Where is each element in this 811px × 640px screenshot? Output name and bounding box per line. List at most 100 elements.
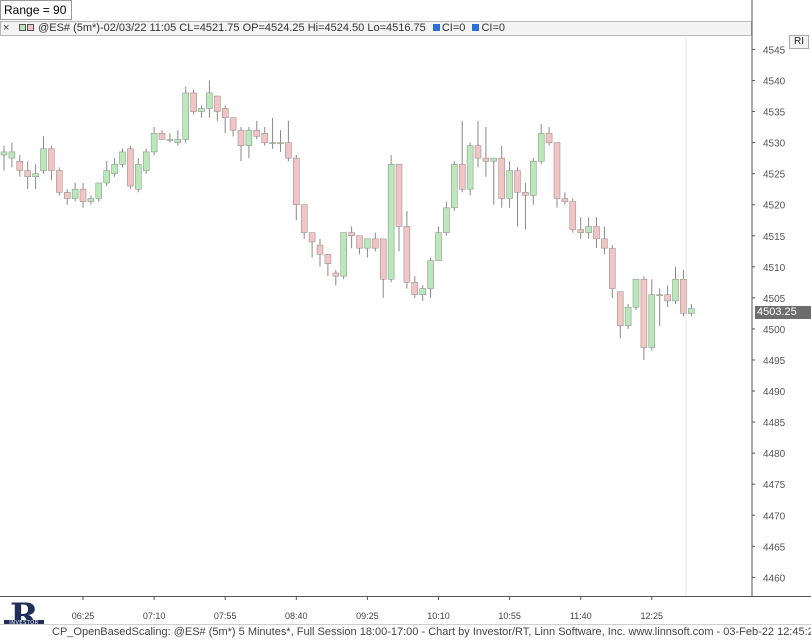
candle-body [427, 260, 434, 289]
candle-body [87, 198, 95, 202]
candle-body [545, 133, 553, 143]
candle-body [411, 282, 419, 296]
candle-body [435, 232, 442, 261]
candle-body [221, 108, 229, 118]
candle-body [356, 235, 363, 249]
ri-button[interactable]: RI [789, 35, 809, 49]
candle-body [135, 164, 142, 190]
candle-body [48, 148, 55, 171]
candle-body [40, 148, 47, 171]
y-tick-label: 4460 [763, 573, 786, 584]
candle-body [142, 151, 150, 171]
candle-body [688, 308, 695, 314]
x-tick-labels: 06:25 07:10 07:55 08:40 09:25 10:10 10:55 11:40… [72, 596, 663, 621]
candle-body [150, 133, 158, 153]
last-price-marker: 4503.25 [755, 306, 811, 319]
candle-body [103, 170, 110, 184]
x-tick-label: 09:25 [356, 611, 379, 621]
candle-body [119, 151, 126, 165]
y-tick-label: 4525 [763, 170, 786, 181]
candle-body [561, 198, 569, 202]
y-tick-label: 4515 [763, 232, 786, 243]
candle-body [166, 139, 174, 141]
candle-body [127, 148, 134, 187]
y-tick-label: 4520 [763, 201, 786, 212]
y-tick-label: 4505 [763, 294, 786, 305]
candle-body [237, 129, 245, 146]
candle-body [680, 278, 687, 314]
candle-body [174, 139, 182, 143]
candle-body [403, 226, 411, 283]
candle-body [364, 238, 371, 249]
candle-body [372, 238, 379, 249]
x-tick-label: 06:25 [72, 611, 95, 621]
candle-body [656, 294, 663, 297]
candle-body [0, 151, 8, 156]
candle-body [474, 145, 482, 159]
x-tick-label: 08:40 [285, 611, 308, 621]
candle-body [300, 204, 308, 233]
candle-body [63, 192, 71, 199]
candle-body [482, 157, 490, 162]
candle-body [293, 157, 300, 205]
candle-body [640, 278, 648, 348]
candle-body [609, 247, 616, 289]
candle-body [8, 151, 16, 159]
candle-body [324, 254, 332, 264]
y-tick-label: 4465 [763, 542, 786, 553]
candle-body [332, 272, 340, 277]
candle-body [664, 294, 671, 302]
candle-body [206, 92, 213, 109]
candle-body [348, 232, 355, 237]
candle-body [229, 117, 237, 131]
candle-body [466, 145, 474, 190]
candle-body [506, 170, 513, 199]
candle-body [111, 164, 118, 174]
candle-body [190, 92, 197, 112]
candle-body [443, 207, 450, 233]
candle-body [71, 188, 79, 199]
x-tick-label: 12:25 [641, 611, 664, 621]
candle-body [95, 182, 103, 199]
y-tick-label: 4495 [763, 356, 786, 367]
candle-body [79, 188, 87, 202]
candle-body [593, 226, 600, 240]
candle-body [269, 142, 276, 144]
candle-body [672, 278, 679, 302]
candle-body [214, 95, 221, 112]
y-tick-label: 4475 [763, 480, 786, 491]
candle-body [451, 164, 458, 209]
candle-body [379, 238, 387, 280]
candle-body [577, 229, 584, 233]
y-tick-label: 4540 [763, 76, 786, 87]
candle-body [648, 294, 656, 348]
y-tick-label: 4535 [763, 108, 786, 119]
y-tick-label: 4530 [763, 139, 786, 150]
candle-body [245, 129, 253, 146]
candle-body [316, 244, 324, 255]
y-tick-label: 4510 [763, 263, 786, 274]
y-tick-label: 4485 [763, 418, 786, 429]
y-tick-label: 4480 [763, 449, 786, 460]
candle-body [253, 129, 261, 137]
candles-group [0, 80, 695, 360]
y-tick-label: 4545 [763, 45, 786, 56]
candle-body [182, 92, 189, 140]
candle-body [624, 306, 632, 327]
candle-body [56, 170, 63, 193]
candlestick-chart[interactable]: 4460 4465 4470 4475 4480 4485 4490 4495 4500 4505… [0, 0, 811, 640]
candle-body [514, 170, 521, 193]
x-axis [0, 37, 811, 597]
x-tick-label: 07:10 [143, 611, 166, 621]
candle-body [616, 291, 624, 327]
candle-body [158, 133, 166, 140]
candle-body [498, 157, 505, 199]
candle-body [537, 133, 545, 162]
status-bar: CP_OpenBasedScaling: @ES# (5m*) 5 Minute… [0, 624, 811, 640]
candle-body [522, 192, 529, 196]
y-tick-label: 4490 [763, 387, 786, 398]
x-tick-label: 07:55 [214, 611, 237, 621]
x-tick-label: 10:55 [498, 611, 521, 621]
candle-body [198, 108, 205, 112]
x-tick-label: 10:10 [427, 611, 450, 621]
